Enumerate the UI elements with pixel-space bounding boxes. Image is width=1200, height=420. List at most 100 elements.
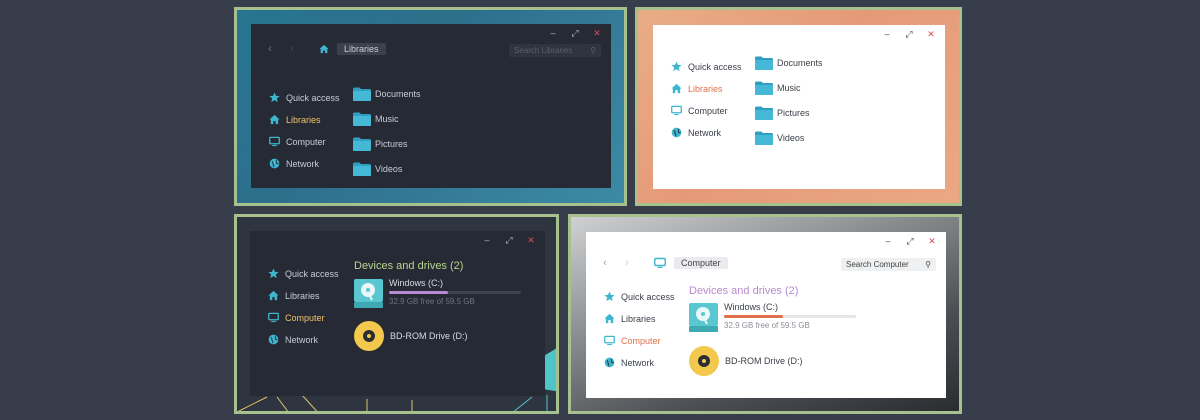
explorer-window: – ⤢ ✕ ‹ › Computer Search Computer ⚲ Qui… bbox=[586, 232, 946, 398]
folder-music[interactable]: Music bbox=[352, 110, 421, 128]
breadcrumb[interactable]: Computer bbox=[674, 257, 728, 269]
sidebar-item-quick-access[interactable]: Quick access bbox=[269, 91, 340, 104]
screenshot-panel-dark-libraries: – ⤢ ✕ ‹ › Libraries Search Libraries ⚲ Q… bbox=[234, 7, 627, 206]
folder-videos[interactable]: Videos bbox=[352, 160, 421, 178]
monitor-icon bbox=[654, 257, 666, 269]
screenshot-panel-light-libraries: – ⤢ ✕ Quick access Libraries Computer Ne… bbox=[635, 7, 962, 206]
optical-disc-icon bbox=[689, 346, 719, 376]
folder-pictures[interactable]: Pictures bbox=[754, 104, 823, 122]
home-icon bbox=[604, 313, 615, 324]
sidebar-item-libraries[interactable]: Libraries bbox=[269, 113, 340, 126]
globe-icon bbox=[604, 357, 615, 368]
search-box[interactable]: Search Computer ⚲ bbox=[841, 258, 936, 271]
drive-c[interactable]: Windows (C:) 32.9 GB free of 59.5 GB bbox=[353, 278, 521, 309]
search-box[interactable]: Search Libraries ⚲ bbox=[509, 44, 601, 57]
back-arrow-icon[interactable]: ‹ bbox=[598, 257, 612, 269]
back-arrow-icon[interactable]: ‹ bbox=[263, 43, 277, 55]
close-button[interactable]: ✕ bbox=[927, 29, 935, 40]
folder-icon bbox=[754, 55, 774, 71]
monitor-icon bbox=[269, 136, 280, 147]
folder-icon bbox=[352, 161, 372, 177]
sidebar-item-network[interactable]: Network bbox=[269, 157, 340, 170]
maximize-button[interactable]: ⤢ bbox=[505, 235, 513, 246]
sidebar-item-computer[interactable]: Computer bbox=[604, 334, 675, 347]
globe-icon bbox=[269, 158, 280, 169]
sidebar-item-quick-access[interactable]: Quick access bbox=[604, 290, 675, 303]
sidebar-item-quick-access[interactable]: Quick access bbox=[268, 267, 339, 280]
sidebar-item-quick-access[interactable]: Quick access bbox=[671, 60, 742, 73]
sidebar-item-network[interactable]: Network bbox=[604, 356, 675, 369]
folder-label: Music bbox=[777, 83, 801, 93]
sidebar-item-label: Libraries bbox=[621, 313, 656, 324]
sidebar-item-label: Network bbox=[621, 357, 655, 368]
sidebar-item-label: Computer bbox=[621, 335, 661, 346]
close-button[interactable]: ✕ bbox=[527, 235, 535, 246]
explorer-window: – ⤢ ✕ ‹ › Libraries Search Libraries ⚲ Q… bbox=[251, 24, 611, 188]
usage-bar-fill bbox=[724, 315, 784, 318]
drive-d[interactable]: BD-ROM Drive (D:) bbox=[353, 320, 468, 352]
star-icon bbox=[268, 268, 279, 279]
sidebar-item-computer[interactable]: Computer bbox=[269, 135, 340, 148]
drive-name: BD-ROM Drive (D:) bbox=[390, 331, 468, 341]
folder-label: Pictures bbox=[777, 108, 810, 118]
sidebar: Quick access Libraries Computer Network bbox=[604, 290, 675, 369]
minimize-button[interactable]: – bbox=[483, 235, 491, 246]
sidebar: Quick access Libraries Computer Network bbox=[268, 267, 339, 346]
folder-documents[interactable]: Documents bbox=[754, 54, 823, 72]
star-icon bbox=[671, 61, 682, 72]
drive-c[interactable]: Windows (C:) 32.9 GB free of 59.5 GB bbox=[688, 302, 856, 333]
drive-free-space: 32.9 GB free of 59.5 GB bbox=[724, 321, 810, 330]
search-icon: ⚲ bbox=[925, 260, 931, 269]
folder-icon bbox=[754, 130, 774, 146]
folder-pictures[interactable]: Pictures bbox=[352, 135, 421, 153]
close-button[interactable]: ✕ bbox=[593, 28, 601, 39]
section-title: Devices and drives (2) bbox=[689, 285, 799, 297]
sidebar-item-computer[interactable]: Computer bbox=[268, 311, 339, 324]
forward-arrow-icon[interactable]: › bbox=[285, 43, 299, 55]
maximize-button[interactable]: ⤢ bbox=[905, 29, 913, 40]
usage-bar-fill bbox=[389, 291, 449, 294]
drive-d[interactable]: BD-ROM Drive (D:) bbox=[688, 345, 803, 377]
sidebar-item-libraries[interactable]: Libraries bbox=[604, 312, 675, 325]
section-title: Devices and drives (2) bbox=[354, 260, 464, 272]
forward-arrow-icon[interactable]: › bbox=[620, 257, 634, 269]
close-button[interactable]: ✕ bbox=[928, 236, 936, 247]
search-placeholder: Search Computer bbox=[846, 260, 909, 269]
star-icon bbox=[604, 291, 615, 302]
minimize-button[interactable]: – bbox=[884, 236, 892, 247]
sidebar: Quick access Libraries Computer Network bbox=[269, 91, 340, 170]
sidebar-item-network[interactable]: Network bbox=[671, 126, 742, 139]
folder-documents[interactable]: Documents bbox=[352, 85, 421, 103]
sidebar-item-network[interactable]: Network bbox=[268, 333, 339, 346]
folder-label: Documents bbox=[777, 58, 823, 68]
monitor-icon bbox=[268, 312, 279, 323]
folder-label: Videos bbox=[777, 133, 805, 143]
sidebar-item-computer[interactable]: Computer bbox=[671, 104, 742, 117]
optical-disc-icon bbox=[354, 321, 384, 351]
folder-videos[interactable]: Videos bbox=[754, 129, 823, 147]
folder-label: Music bbox=[375, 114, 399, 124]
minimize-button[interactable]: – bbox=[549, 28, 557, 39]
home-icon bbox=[671, 83, 682, 94]
window-controls: – ⤢ ✕ bbox=[883, 29, 935, 40]
folder-icon bbox=[352, 136, 372, 152]
sidebar-item-label: Computer bbox=[285, 312, 325, 323]
window-controls: – ⤢ ✕ bbox=[549, 28, 601, 39]
maximize-button[interactable]: ⤢ bbox=[906, 236, 914, 247]
sidebar-item-label: Computer bbox=[286, 136, 326, 147]
hard-drive-icon bbox=[689, 303, 718, 332]
breadcrumb[interactable]: Libraries bbox=[337, 43, 386, 55]
folder-label: Pictures bbox=[375, 139, 408, 149]
folder-list: Documents Music Pictures Videos bbox=[352, 85, 421, 178]
window-controls: – ⤢ ✕ bbox=[884, 236, 936, 247]
hard-drive-icon bbox=[354, 279, 383, 308]
sidebar-item-label: Quick access bbox=[285, 268, 339, 279]
folder-music[interactable]: Music bbox=[754, 79, 823, 97]
sidebar-item-libraries[interactable]: Libraries bbox=[671, 82, 742, 95]
globe-icon bbox=[268, 334, 279, 345]
minimize-button[interactable]: – bbox=[883, 29, 891, 40]
sidebar-item-libraries[interactable]: Libraries bbox=[268, 289, 339, 302]
maximize-button[interactable]: ⤢ bbox=[571, 28, 579, 39]
sidebar-item-label: Network bbox=[688, 127, 722, 138]
sidebar-item-label: Libraries bbox=[285, 290, 320, 301]
